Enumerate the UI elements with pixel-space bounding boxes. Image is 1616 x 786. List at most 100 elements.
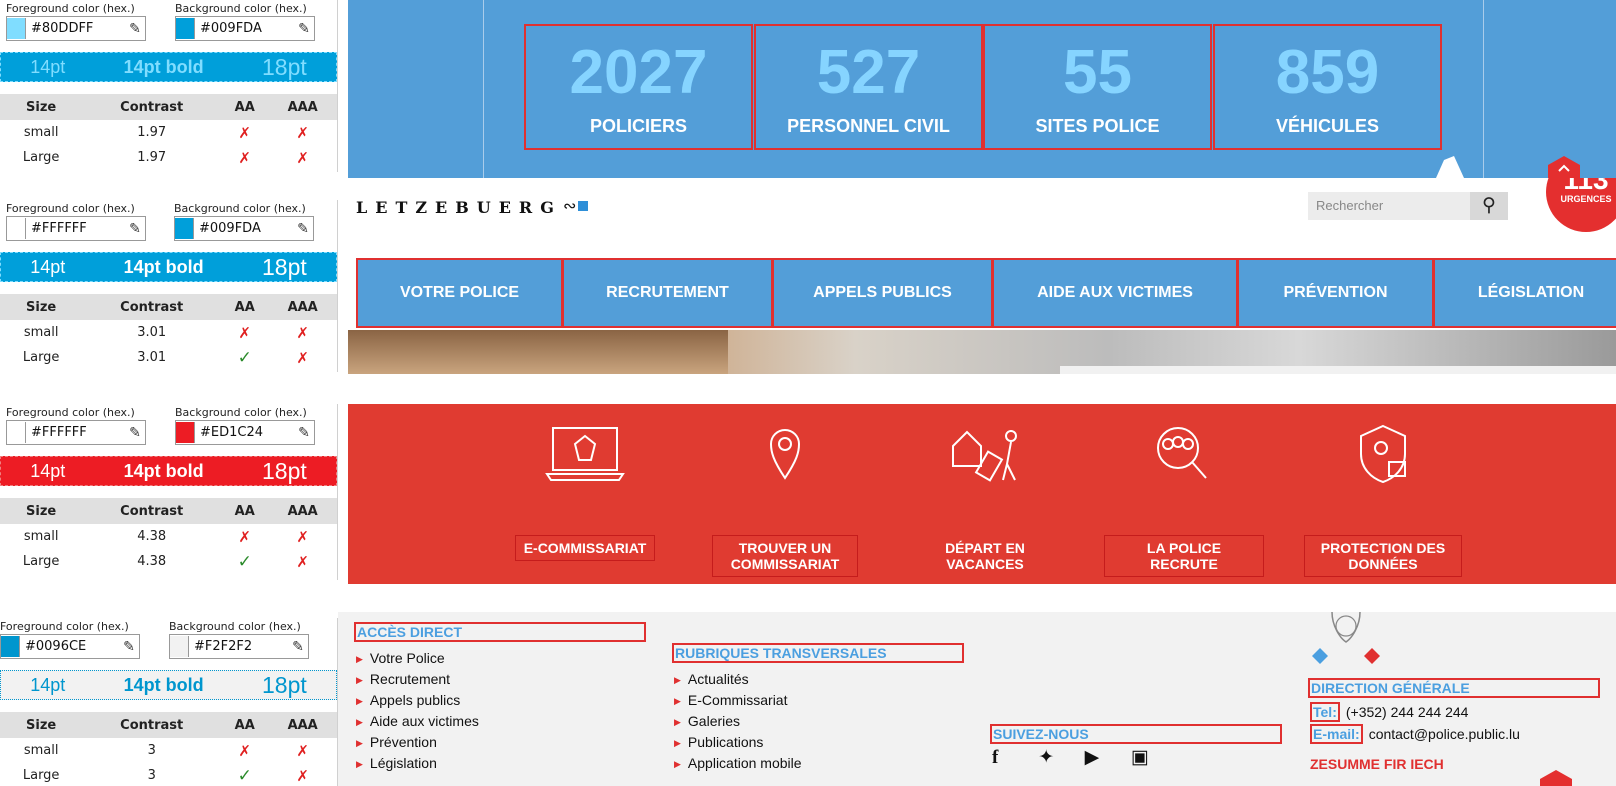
sample-14pt: 14pt bbox=[30, 674, 66, 695]
service-label: E-COMMISSARIAT bbox=[514, 535, 656, 561]
fg-swatch[interactable] bbox=[7, 218, 26, 239]
bg-hex-value[interactable]: #ED1C24 bbox=[195, 425, 294, 440]
eyedropper-icon[interactable]: ✎ bbox=[125, 425, 145, 441]
service-police-recrute[interactable]: LA POLICE RECRUTE bbox=[1104, 424, 1264, 577]
bg-hex-value[interactable]: #009FDA bbox=[194, 221, 293, 236]
bg-color-input[interactable]: #F2F2F2 ✎ bbox=[169, 634, 309, 659]
service-e-commissariat[interactable]: E-COMMISSARIAT bbox=[510, 424, 660, 561]
fg-hex-value[interactable]: #80DDFF bbox=[26, 21, 125, 36]
fg-swatch[interactable] bbox=[7, 422, 26, 443]
footer-link[interactable]: Aide aux victimes bbox=[356, 711, 479, 732]
footer-heading-direction: DIRECTION GÉNÉRALE bbox=[1308, 678, 1600, 698]
service-trouver-commissariat[interactable]: TROUVER UN COMMISSARIAT bbox=[705, 424, 865, 577]
stat-box-vehicules: 859 VÉHICULES bbox=[1213, 24, 1442, 150]
footer-link[interactable]: E-Commissariat bbox=[674, 690, 802, 711]
service-protection-donnees[interactable]: PROTECTION DES DONNÉES bbox=[1303, 424, 1463, 577]
back-to-top-icon[interactable] bbox=[1540, 770, 1572, 786]
bg-swatch[interactable] bbox=[175, 218, 194, 239]
nav-item-legislation[interactable]: LÉGISLATION bbox=[1433, 258, 1616, 328]
bg-swatch[interactable] bbox=[170, 636, 189, 657]
eyedropper-icon[interactable]: ✎ bbox=[294, 425, 314, 441]
fg-hex-value[interactable]: #FFFFFF bbox=[26, 425, 125, 440]
emergency-badge[interactable]: 113 URGENCES bbox=[1546, 178, 1616, 232]
status-url-bar bbox=[1060, 366, 1616, 374]
col-contrast: Contrast bbox=[82, 712, 222, 738]
tel-value[interactable]: (+352) 244 244 244 bbox=[1346, 704, 1469, 720]
footer-link[interactable]: Législation bbox=[356, 753, 479, 774]
eyedropper-icon[interactable]: ✎ bbox=[294, 21, 314, 37]
eyedropper-icon[interactable]: ✎ bbox=[293, 221, 313, 237]
nav-item-appels-publics[interactable]: APPELS PUBLICS bbox=[772, 258, 993, 328]
bg-label: Background color (hex.) bbox=[175, 2, 307, 15]
footer-link[interactable]: Actualités bbox=[674, 669, 802, 690]
footer-link[interactable]: Application mobile bbox=[674, 753, 802, 774]
facebook-icon[interactable]: f bbox=[992, 747, 1033, 769]
nav-item-aide-victimes[interactable]: AIDE AUX VICTIMES bbox=[992, 258, 1238, 328]
footer-link[interactable]: Publications bbox=[674, 732, 802, 753]
bg-color-input[interactable]: #ED1C24 ✎ bbox=[175, 420, 315, 445]
stat-label: POLICIERS bbox=[589, 116, 687, 136]
fg-hex-value[interactable]: #0096CE bbox=[20, 639, 119, 654]
instagram-icon[interactable]: ▣ bbox=[1131, 746, 1172, 769]
fail-icon: ✗ bbox=[238, 741, 251, 760]
footer-link[interactable]: Votre Police bbox=[356, 648, 479, 669]
strip-services: E-COMMISSARIAT TROUVER UN COMMISSARIAT D… bbox=[0, 396, 1616, 592]
fg-color-input[interactable]: #0096CE ✎ bbox=[0, 634, 140, 659]
eyedropper-icon[interactable]: ✎ bbox=[125, 221, 145, 237]
fg-color-input[interactable]: #FFFFFF ✎ bbox=[6, 420, 146, 445]
sample-preview: 14pt 14pt bold 18pt bbox=[0, 456, 337, 486]
bg-hex-value[interactable]: #009FDA bbox=[195, 21, 294, 36]
footer-link[interactable]: Appels publics bbox=[356, 690, 479, 711]
back-to-top-icon[interactable] bbox=[1548, 156, 1580, 178]
fg-swatch[interactable] bbox=[1, 636, 20, 657]
fg-swatch[interactable] bbox=[7, 18, 26, 39]
footer-heading-rubriques: RUBRIQUES TRANSVERSALES bbox=[672, 643, 964, 663]
footer-link[interactable]: Galeries bbox=[674, 711, 802, 732]
col-size: Size bbox=[0, 498, 83, 524]
search-box[interactable]: Rechercher ⚲ bbox=[1308, 192, 1508, 220]
col-aa: AA bbox=[221, 498, 269, 524]
nav-item-recrutement[interactable]: RECRUTEMENT bbox=[562, 258, 773, 328]
bg-swatch[interactable] bbox=[176, 422, 195, 443]
bg-label: Background color (hex.) bbox=[174, 202, 306, 215]
bg-swatch[interactable] bbox=[176, 18, 195, 39]
stat-label: VÉHICULES bbox=[1275, 116, 1380, 136]
eyedropper-icon[interactable]: ✎ bbox=[288, 639, 308, 655]
fail-icon: ✗ bbox=[296, 552, 309, 571]
fg-label: Foreground color (hex.) bbox=[6, 2, 135, 15]
bg-color-input[interactable]: #009FDA ✎ bbox=[174, 216, 314, 241]
stat-box-personnel: 527 PERSONNEL CIVIL bbox=[754, 24, 983, 150]
sample-18pt: 18pt bbox=[262, 53, 307, 80]
strip-footer: ACCÈS DIRECT Votre Police Recrutement Ap… bbox=[0, 604, 1616, 786]
nav-item-votre-police[interactable]: VOTRE POLICE bbox=[356, 258, 563, 328]
sample-14pt-bold: 14pt bold bbox=[123, 674, 204, 695]
footer-link[interactable]: Recrutement bbox=[356, 669, 479, 690]
fg-hex-value[interactable]: #FFFFFF bbox=[26, 221, 125, 236]
bg-hex-value[interactable]: #F2F2F2 bbox=[189, 639, 288, 654]
service-depart-vacances[interactable]: DÉPART EN VACANCES bbox=[905, 424, 1065, 577]
footer-heading-zesumme: ZESUMME FIR IECH bbox=[1310, 756, 1444, 772]
col-aaa: AAA bbox=[268, 294, 337, 320]
twitter-icon[interactable]: ✦ bbox=[1038, 746, 1079, 769]
table-row: Large 1.97 ✗ ✗ bbox=[0, 145, 337, 170]
footer-link[interactable]: Prévention bbox=[356, 732, 479, 753]
col-contrast: Contrast bbox=[82, 94, 222, 120]
fg-color-input[interactable]: #80DDFF ✎ bbox=[6, 16, 146, 41]
bg-color-input[interactable]: #009FDA ✎ bbox=[175, 16, 315, 41]
search-icon[interactable]: ⚲ bbox=[1470, 192, 1508, 220]
youtube-icon[interactable]: ▶ bbox=[1085, 746, 1126, 769]
fg-label: Foreground color (hex.) bbox=[0, 620, 129, 633]
search-input[interactable]: Rechercher bbox=[1316, 198, 1383, 213]
sample-14pt: 14pt bbox=[30, 460, 66, 481]
site-logo-text[interactable]: LETZEBUERG bbox=[356, 198, 562, 217]
col-aaa: AAA bbox=[268, 712, 337, 738]
service-label: LA POLICE RECRUTE bbox=[1104, 535, 1264, 577]
fg-color-input[interactable]: #FFFFFF ✎ bbox=[6, 216, 146, 241]
eyedropper-icon[interactable]: ✎ bbox=[125, 21, 145, 37]
contact-email: E-mail: contact@police.public.lu bbox=[1310, 724, 1520, 744]
eyedropper-icon[interactable]: ✎ bbox=[119, 639, 139, 655]
email-value[interactable]: contact@police.public.lu bbox=[1369, 726, 1520, 742]
contrast-panel-1: Foreground color (hex.) #80DDFF ✎ Backgr… bbox=[0, 0, 338, 172]
table-row: small 1.97 ✗ ✗ bbox=[0, 120, 337, 145]
nav-item-prevention[interactable]: PRÉVENTION bbox=[1237, 258, 1434, 328]
